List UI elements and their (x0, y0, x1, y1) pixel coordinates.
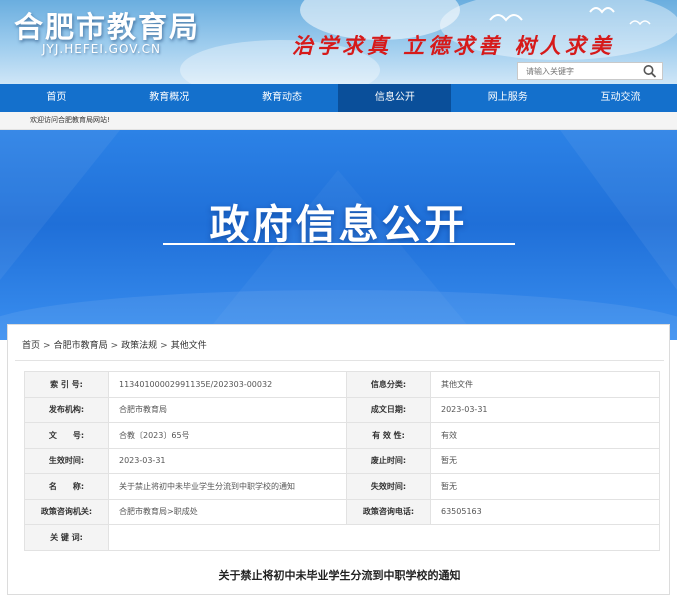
meta-label: 索 引 号: (24, 371, 109, 398)
meta-value: 2023-03-31 (430, 396, 660, 423)
divider (15, 360, 664, 361)
meta-label: 有 效 性: (346, 422, 431, 449)
breadcrumb-bureau[interactable]: 合肥市教育局 (54, 341, 108, 351)
main-nav: 首页 教育概况 教育动态 信息公开 网上服务 互动交流 (0, 84, 677, 112)
meta-value: 合教〔2023〕65号 (108, 422, 347, 449)
hero-underline (163, 243, 515, 245)
meta-value: 有效 (430, 422, 660, 449)
breadcrumb-policy[interactable]: 政策法规 (121, 341, 157, 351)
meta-value: 2023-03-31 (108, 447, 347, 474)
welcome-text: 欢迎访问合肥教育局网站! (30, 116, 110, 124)
site-domain: JYJ.HEFEI.GOV.CN (42, 42, 162, 56)
site-motto: 治学求真 立德求善 树人求美 (292, 33, 615, 58)
nav-item-home[interactable]: 首页 (0, 84, 113, 112)
magnifier-icon[interactable] (642, 64, 658, 78)
meta-value: 关于禁止将初中未毕业学生分流到中职学校的通知 (108, 473, 347, 500)
document-metadata-table: 索 引 号: 11340100002991135E/202303-00032 信… (24, 371, 660, 551)
nav-item-online-service[interactable]: 网上服务 (451, 84, 564, 112)
meta-value: 其他文件 (430, 371, 660, 398)
breadcrumb-separator: > (160, 341, 168, 351)
table-row: 文 号: 合教〔2023〕65号 有 效 性: 有效 (24, 422, 660, 449)
content-card: 首页 > 合肥市教育局 > 政策法规 > 其他文件 索 引 号: 1134010000299… (7, 324, 670, 595)
nav-item-news[interactable]: 教育动态 (226, 84, 339, 112)
meta-label: 失效时间: (346, 473, 431, 500)
nav-item-interaction[interactable]: 互动交流 (564, 84, 677, 112)
table-row: 生效时间: 2023-03-31 废止时间: 暂无 (24, 447, 660, 474)
meta-value: 暂无 (430, 447, 660, 474)
meta-label: 政策咨询机关: (24, 498, 109, 525)
breadcrumb-separator: > (110, 341, 119, 351)
welcome-bar: 欢迎访问合肥教育局网站! (0, 112, 677, 130)
table-row: 政策咨询机关: 合肥市教育局>职成处 政策咨询电话: 63505163 (24, 498, 660, 525)
meta-label: 废止时间: (346, 447, 431, 474)
table-row: 发布机构: 合肥市教育局 成文日期: 2023-03-31 (24, 396, 660, 423)
breadcrumb-other-docs[interactable]: 其他文件 (171, 341, 207, 351)
meta-label: 成文日期: (346, 396, 431, 423)
search-input[interactable] (518, 63, 638, 79)
breadcrumb-home[interactable]: 首页 (22, 341, 40, 351)
nav-item-overview[interactable]: 教育概况 (113, 84, 226, 112)
hero-title: 政府信息公开 (209, 202, 468, 248)
search-box (517, 62, 663, 80)
meta-value: 63505163 (430, 498, 660, 525)
meta-label: 政策咨询电话: (346, 498, 431, 525)
meta-value: 暂无 (430, 473, 660, 500)
site-logo[interactable]: 合肥市教育局 (14, 4, 200, 46)
site-header: 合肥市教育局 JYJ.HEFEI.GOV.CN 治学求真 立德求善 树人求美 (0, 0, 677, 84)
meta-label: 生效时间: (24, 447, 109, 474)
nav-item-info-disclosure[interactable]: 信息公开 (338, 84, 452, 112)
breadcrumb-separator: > (43, 341, 51, 351)
table-row: 索 引 号: 11340100002991135E/202303-00032 信… (24, 371, 660, 398)
breadcrumb: 首页 > 合肥市教育局 > 政策法规 > 其他文件 (22, 338, 207, 351)
meta-value: 合肥市教育局 (108, 396, 347, 423)
hero-banner: 政府信息公开 (0, 130, 677, 340)
meta-label: 信息分类: (346, 371, 431, 398)
table-row: 关 键 词: (24, 524, 660, 551)
document-title: 关于禁止将初中未毕业学生分流到中职学校的通知 (218, 569, 461, 582)
meta-label: 关 键 词: (24, 524, 109, 551)
meta-value (108, 524, 660, 551)
table-row: 名 称: 关于禁止将初中未毕业学生分流到中职学校的通知 失效时间: 暂无 (24, 473, 660, 500)
meta-value: 合肥市教育局>职成处 (108, 498, 347, 525)
meta-label: 发布机构: (24, 396, 109, 423)
meta-label: 文 号: (24, 422, 109, 449)
meta-value: 11340100002991135E/202303-00032 (108, 371, 347, 398)
bird-decoration-icon (489, 7, 651, 26)
meta-label: 名 称: (24, 473, 109, 500)
